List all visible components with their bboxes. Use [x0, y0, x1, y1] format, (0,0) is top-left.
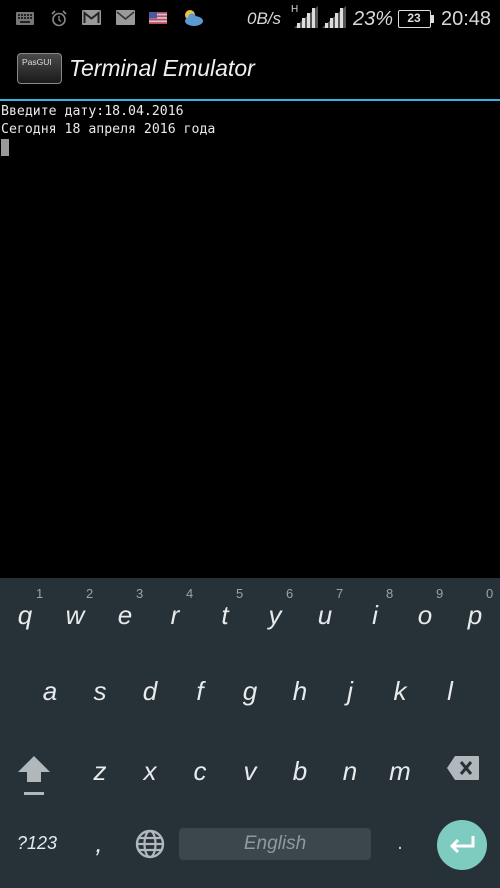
network-speed: 0B/s — [247, 9, 282, 28]
key-hint: 8 — [386, 586, 394, 601]
symbols-key[interactable]: ?123 — [0, 813, 74, 873]
key-label: p — [467, 600, 483, 630]
key-hint: 0 — [486, 586, 494, 601]
key-x[interactable]: x — [125, 734, 175, 810]
key-label: b — [292, 756, 308, 786]
terminal-cursor — [1, 139, 9, 156]
signal-icon — [294, 6, 318, 28]
key-v[interactable]: v — [225, 734, 275, 810]
clock: 20:48 — [441, 7, 492, 30]
key-hint: 7 — [336, 586, 344, 601]
key-g[interactable]: g — [225, 654, 275, 730]
language-switch-key[interactable] — [125, 813, 175, 873]
key-label: w — [65, 600, 85, 630]
key-label: n — [342, 756, 358, 786]
alarm-icon — [51, 10, 67, 27]
key-t[interactable]: 5t — [200, 578, 250, 654]
keyboard-icon — [16, 12, 34, 25]
space-bar[interactable]: English — [179, 828, 371, 860]
key-label: d — [142, 676, 158, 706]
key-n[interactable]: n — [325, 734, 375, 810]
key-label: o — [417, 600, 433, 630]
terminal-line: Введите дату:18.04.2016 — [1, 104, 184, 119]
key-w[interactable]: 2w — [50, 578, 100, 654]
battery-level: 23 — [407, 11, 421, 25]
key-u[interactable]: 7u — [300, 578, 350, 654]
status-bar: 0B/s H 23% 23 20:48 — [0, 0, 500, 38]
key-label: z — [93, 756, 107, 786]
key-o[interactable]: 9o — [400, 578, 450, 654]
key-label: g — [242, 676, 258, 706]
weather-icon — [185, 10, 203, 26]
backspace-key[interactable] — [440, 738, 490, 814]
key-y[interactable]: 6y — [250, 578, 300, 654]
key-label: j — [347, 676, 353, 706]
email-icon — [116, 10, 135, 25]
key-label: m — [389, 756, 411, 786]
key-r[interactable]: 4r — [150, 578, 200, 654]
key-label: c — [193, 756, 207, 786]
key-hint: 6 — [286, 586, 294, 601]
key-label: h — [292, 676, 308, 706]
enter-key[interactable] — [437, 820, 487, 870]
battery-icon: 23 — [398, 10, 431, 28]
key-j[interactable]: j — [325, 654, 375, 730]
app-icon[interactable]: PasGUI — [17, 53, 62, 84]
comma-key[interactable]: , — [76, 813, 122, 873]
app-icon-label: PasGUI — [22, 57, 52, 67]
action-bar-divider — [0, 99, 500, 101]
key-label: a — [42, 676, 58, 706]
key-e[interactable]: 3e — [100, 578, 150, 654]
key-label: l — [447, 676, 453, 706]
terminal-output[interactable]: Введите дату:18.04.2016 Сегодня 18 апрел… — [0, 103, 500, 578]
key-hint: 3 — [136, 586, 144, 601]
backspace-icon — [447, 756, 479, 780]
action-bar: PasGUI Terminal Emulator — [0, 38, 500, 99]
key-h[interactable]: h — [275, 654, 325, 730]
key-label: t — [221, 600, 229, 630]
key-m[interactable]: m — [375, 734, 425, 810]
battery-percent: 23% — [353, 7, 394, 30]
key-hint: 9 — [436, 586, 444, 601]
key-q[interactable]: 1q — [0, 578, 50, 654]
globe-icon — [135, 829, 165, 859]
key-hint: 1 — [36, 586, 44, 601]
soft-keyboard: 1q2w3e4r5t6y7u8i9o0p asdfghjkl zxcvbnm ?… — [0, 578, 500, 888]
shift-icon — [18, 756, 50, 795]
key-hint: 5 — [236, 586, 244, 601]
key-label: i — [372, 600, 378, 630]
shift-key[interactable] — [10, 738, 60, 814]
terminal-line: Сегодня 18 апреля 2016 года — [1, 122, 216, 137]
key-label: q — [17, 600, 33, 630]
key-label: u — [317, 600, 333, 630]
key-label: k — [393, 676, 407, 706]
app-title: Terminal Emulator — [69, 55, 255, 81]
key-l[interactable]: l — [425, 654, 475, 730]
period-key[interactable]: . — [375, 813, 425, 873]
key-label: v — [243, 756, 257, 786]
key-a[interactable]: a — [25, 654, 75, 730]
key-label: r — [170, 600, 180, 630]
key-k[interactable]: k — [375, 654, 425, 730]
key-c[interactable]: c — [175, 734, 225, 810]
battery-tip — [431, 15, 434, 23]
key-label: s — [93, 676, 107, 706]
key-b[interactable]: b — [275, 734, 325, 810]
key-i[interactable]: 8i — [350, 578, 400, 654]
key-hint: 2 — [86, 586, 94, 601]
key-label: e — [117, 600, 133, 630]
key-label: y — [268, 600, 282, 630]
gmail-icon — [82, 10, 101, 25]
key-z[interactable]: z — [75, 734, 125, 810]
key-label: f — [196, 676, 204, 706]
key-label: x — [143, 756, 157, 786]
key-s[interactable]: s — [75, 654, 125, 730]
key-p[interactable]: 0p — [450, 578, 500, 654]
key-hint: 4 — [186, 586, 194, 601]
us-flag-icon — [149, 12, 167, 24]
enter-icon — [449, 836, 475, 854]
signal-icon-2 — [322, 6, 346, 28]
key-f[interactable]: f — [175, 654, 225, 730]
key-d[interactable]: d — [125, 654, 175, 730]
